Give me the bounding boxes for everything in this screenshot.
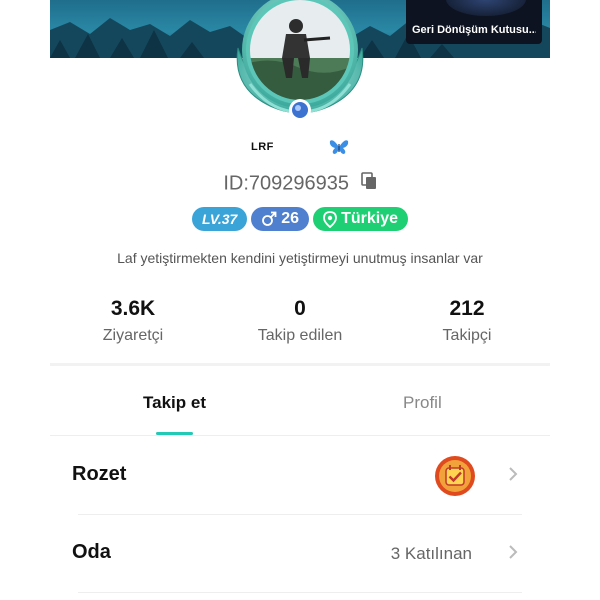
mini-video-player[interactable]: Geri Dönüşüm Kutusu... xyxy=(406,0,542,44)
bio-text: Laf yetiştirmekten kendini yetiştirmeyi … xyxy=(117,250,483,266)
username: LRF xyxy=(251,141,274,153)
medal-icon xyxy=(434,455,476,502)
profile-screen: Geri Dönüşüm Kutusu... LRF ID:709296935 … xyxy=(50,0,550,600)
profile-tabs: Takip et Profil xyxy=(50,366,550,436)
stat-label: Takip edilen xyxy=(257,327,343,344)
location-badge: Türkiye xyxy=(313,207,408,231)
badge-row[interactable]: Rozet xyxy=(50,437,550,515)
stat-label: Ziyaretçi xyxy=(102,327,164,344)
stats-row: 3.6K Ziyaretçi 0 Takip edilen 212 Takipç… xyxy=(50,297,550,357)
badge-row-label: Rozet xyxy=(72,463,127,485)
male-icon xyxy=(261,211,277,227)
tab-profile[interactable]: Profil xyxy=(403,393,442,413)
butterfly-icon xyxy=(329,138,349,161)
stat-label: Takipçi xyxy=(442,327,492,344)
tab-follow[interactable]: Takip et xyxy=(143,393,206,413)
level-text: LV.37 xyxy=(201,211,238,227)
stat-value: 0 xyxy=(294,297,306,320)
stat-value: 3.6K xyxy=(110,297,156,320)
room-row-value: 3 Katılınan xyxy=(390,544,472,563)
age-text: 26 xyxy=(281,210,300,227)
user-id: ID:709296935 xyxy=(223,172,350,195)
stat-following[interactable]: 0 Takip edilen xyxy=(220,297,380,345)
room-row-label: Oda xyxy=(72,541,111,563)
stat-value: 212 xyxy=(449,297,485,320)
row-divider xyxy=(78,592,522,593)
chevron-right-icon xyxy=(508,466,518,487)
level-badge: LV.37 xyxy=(191,207,248,231)
location-pin-icon xyxy=(323,210,337,228)
active-tab-indicator xyxy=(156,432,193,435)
chevron-right-icon xyxy=(508,544,518,565)
avatar[interactable] xyxy=(230,0,370,128)
mini-video-title: Geri Dönüşüm Kutusu... xyxy=(412,24,536,36)
location-text: Türkiye xyxy=(341,210,398,227)
stat-visitors[interactable]: 3.6K Ziyaretçi xyxy=(53,297,213,345)
gender-age-badge: 26 xyxy=(251,207,310,231)
copy-icon[interactable] xyxy=(360,172,377,196)
stat-followers[interactable]: 212 Takipçi xyxy=(387,297,547,345)
room-row[interactable]: Oda 3 Katılınan xyxy=(50,515,550,593)
